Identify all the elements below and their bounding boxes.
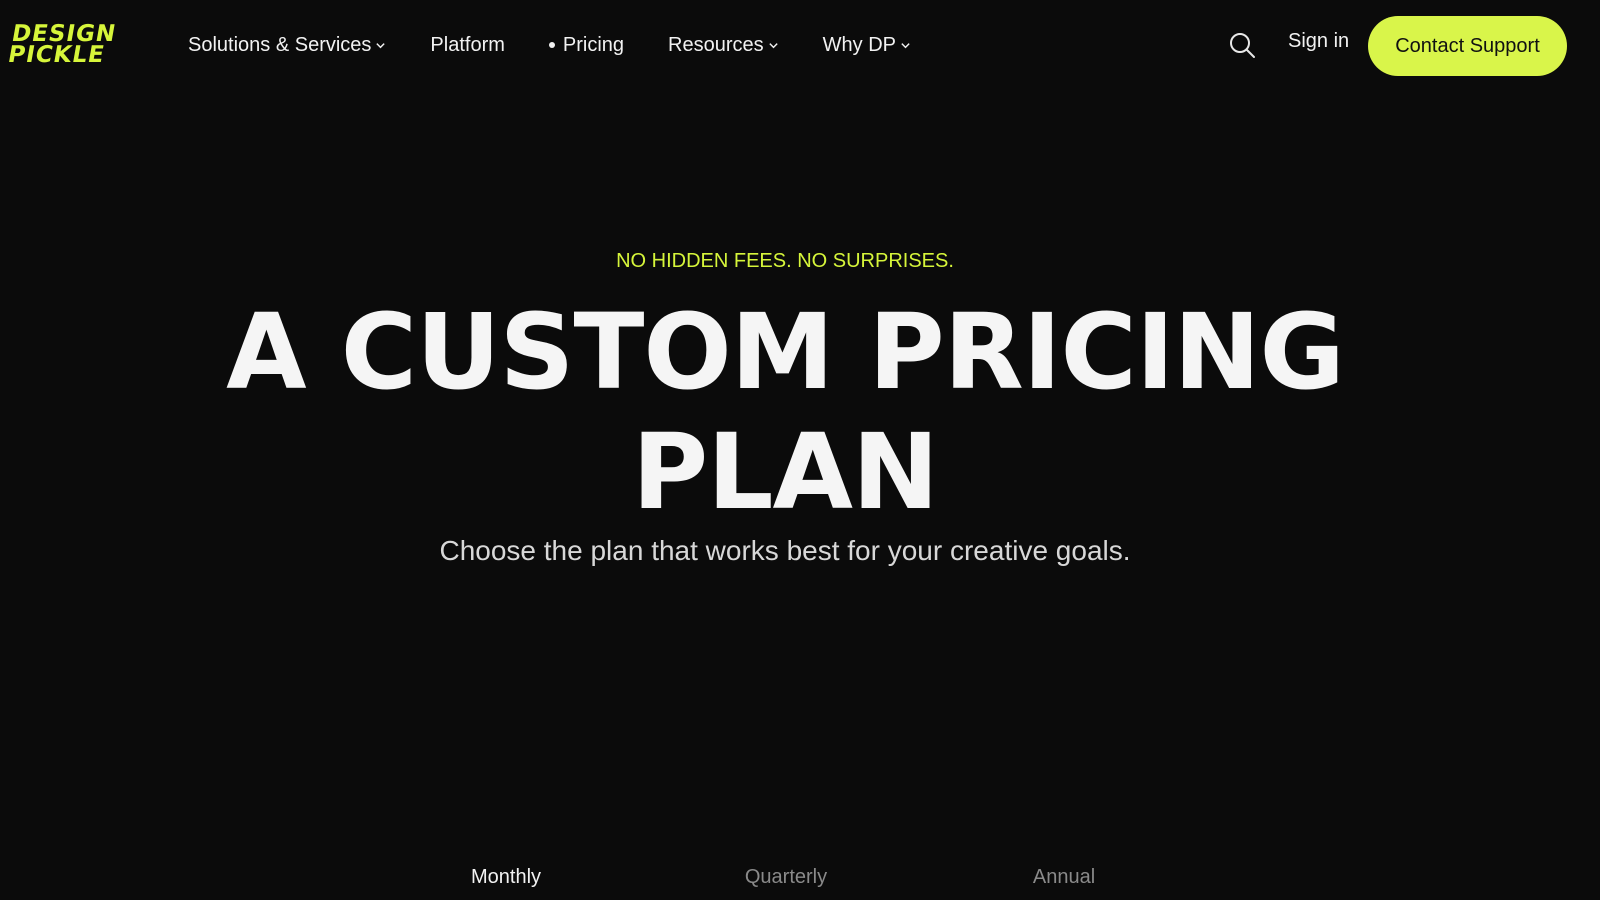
nav-item-solutions-services[interactable]: Solutions & Services — [188, 34, 386, 57]
search-icon[interactable] — [1228, 31, 1256, 59]
billing-option-monthly[interactable]: Monthly — [471, 866, 541, 889]
chevron-down-icon — [768, 42, 778, 48]
active-indicator-dot — [548, 42, 555, 48]
contact-support-button[interactable]: Contact Support — [1368, 16, 1567, 76]
chevron-down-icon — [376, 42, 386, 48]
nav-item-pricing[interactable]: Pricing — [548, 33, 625, 57]
nav-item-label: Resources — [668, 33, 764, 56]
nav-item-label: Pricing — [562, 33, 625, 56]
sign-in-link[interactable]: Sign in — [1288, 30, 1349, 53]
billing-option-quarterly[interactable]: Quarterly — [745, 866, 827, 889]
page-title: A CUSTOM PRICING PLAN — [0, 292, 1570, 532]
nav-item-platform[interactable]: Platform — [430, 34, 504, 57]
page-title-line-1: A CUSTOM PRICING — [226, 291, 1345, 413]
nav-item-label: Platform — [430, 33, 505, 56]
nav-item-label: Why DP — [822, 33, 896, 56]
billing-option-annual[interactable]: Annual — [1033, 866, 1095, 889]
design-pickle-logo[interactable]: DESIGN PICKLE — [6, 20, 127, 70]
billing-period-toggle: Monthly Quarterly Annual — [0, 866, 1570, 896]
site-header: DESIGN PICKLE Solutions & Services Platf… — [0, 0, 1600, 90]
chevron-down-icon — [901, 42, 910, 48]
nav-item-resources[interactable]: Resources — [668, 34, 779, 57]
hero-subtitle: Choose the plan that works best for your… — [439, 535, 1131, 566]
nav-item-label: Solutions & Services — [188, 33, 372, 56]
hero-eyebrow: NO HIDDEN FEES. NO SURPRISES. — [616, 250, 954, 272]
nav-item-why-dp[interactable]: Why DP — [823, 34, 911, 57]
main-nav: Solutions & Services Platform Pricing Re… — [188, 28, 955, 62]
logo-line-2: PICKLE — [5, 42, 108, 68]
page-title-line-2: PLAN — [631, 411, 939, 533]
